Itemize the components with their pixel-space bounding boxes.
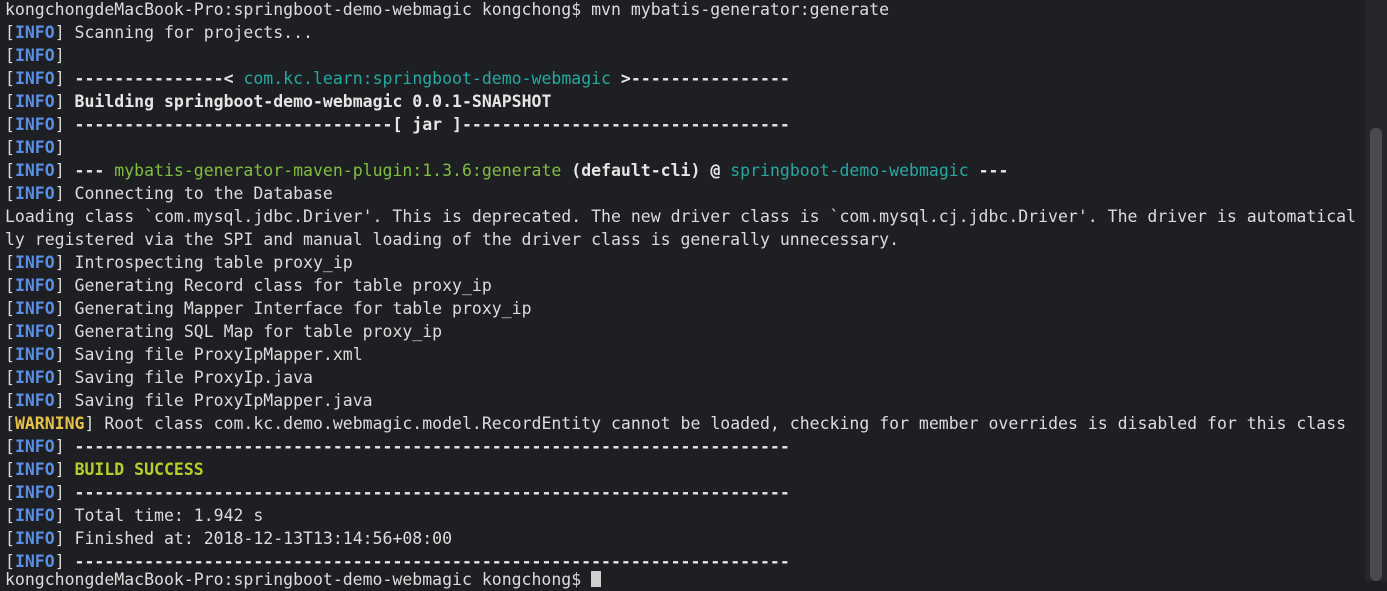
log-line: [INFO] Saving file ProxyIpMapper.xml <box>5 345 363 364</box>
info-tag: INFO <box>14 92 55 111</box>
info-tag: INFO <box>14 161 55 180</box>
info-tag: INFO <box>14 184 55 203</box>
building-text: Building springboot-demo-webmagic 0.0.1-… <box>64 92 552 111</box>
artifact-name: springboot-demo-webmagic <box>730 161 969 180</box>
project-coordinates: com.kc.learn:springboot-demo-webmagic <box>243 69 611 88</box>
log-line: [INFO] --------------------------------[… <box>5 115 790 134</box>
log-line: [INFO] <box>5 138 65 157</box>
log-line: [INFO] Building springboot-demo-webmagic… <box>5 92 552 111</box>
shell-prompt: kongchongdeMacBook-Pro:springboot-demo-w… <box>5 570 592 589</box>
info-tag: INFO <box>14 322 55 341</box>
deprecation-message: Loading class `com.mysql.jdbc.Driver'. T… <box>5 207 1357 226</box>
info-tag: INFO <box>14 299 55 318</box>
log-line: Loading class `com.mysql.jdbc.Driver'. T… <box>5 205 1356 228</box>
log-line: [INFO] ---------------------------------… <box>5 437 790 456</box>
log-line: [INFO] --- mybatis-generator-maven-plugi… <box>5 161 1009 180</box>
log-line: [INFO] BUILD SUCCESS <box>5 460 204 479</box>
prompt-line[interactable]: kongchongdeMacBook-Pro:springboot-demo-w… <box>5 568 602 591</box>
log-line: [INFO] Generating Mapper Interface for t… <box>5 299 532 318</box>
plugin-goal: mybatis-generator-maven-plugin:1.3.6:gen… <box>114 161 562 180</box>
warning-line: [WARNING] Root class com.kc.demo.webmagi… <box>5 414 1347 433</box>
log-line: [INFO] ---------------< com.kc.learn:spr… <box>5 69 790 88</box>
command-line: kongchongdeMacBook-Pro:springboot-demo-w… <box>5 0 889 21</box>
log-line: [INFO] Introspecting table proxy_ip <box>5 253 353 272</box>
info-tag: INFO <box>14 506 55 525</box>
info-tag: INFO <box>14 138 55 157</box>
log-line: [INFO] Connecting to the Database <box>5 184 333 203</box>
info-tag: INFO <box>14 69 55 88</box>
info-tag: INFO <box>14 437 55 456</box>
log-line: [INFO] Finished at: 2018-12-13T13:14:56+… <box>5 529 453 548</box>
log-line: [INFO] Scanning for projects... <box>5 23 313 42</box>
info-tag: INFO <box>14 46 55 65</box>
info-tag: INFO <box>14 345 55 364</box>
info-tag: INFO <box>14 253 55 272</box>
info-tag: INFO <box>14 391 55 410</box>
log-line: [INFO] Saving file ProxyIp.java <box>5 368 313 387</box>
scrollbar-thumb[interactable] <box>1370 128 1382 581</box>
info-tag: INFO <box>14 460 55 479</box>
info-tag: INFO <box>14 368 55 387</box>
log-line: [INFO] ---------------------------------… <box>5 483 790 502</box>
finished-at: Finished at: 2018-12-13T13:14:56+08:00 <box>64 529 453 548</box>
total-time: Total time: 1.942 s <box>64 506 264 525</box>
log-line: [INFO] Saving file ProxyIpMapper.java <box>5 391 373 410</box>
log-line: [INFO] Generating Record class for table… <box>5 276 492 295</box>
warning-tag: WARNING <box>14 414 85 433</box>
terminal-output[interactable]: kongchongdeMacBook-Pro:springboot-demo-w… <box>5 0 1365 589</box>
log-line: [INFO] <box>5 46 65 65</box>
build-success: BUILD SUCCESS <box>74 460 204 479</box>
log-line: ly registered via the SPI and manual loa… <box>5 230 900 249</box>
command-text: kongchongdeMacBook-Pro:springboot-demo-w… <box>5 0 890 19</box>
info-tag: INFO <box>14 529 55 548</box>
info-tag: INFO <box>14 115 55 134</box>
cursor-block <box>591 571 602 587</box>
log-line: [INFO] Generating SQL Map for table prox… <box>5 322 443 341</box>
info-tag: INFO <box>14 23 55 42</box>
info-tag: INFO <box>14 276 55 295</box>
vertical-scrollbar[interactable] <box>1365 0 1387 581</box>
info-tag: INFO <box>14 483 55 502</box>
log-line: [INFO] Total time: 1.942 s <box>5 506 264 525</box>
